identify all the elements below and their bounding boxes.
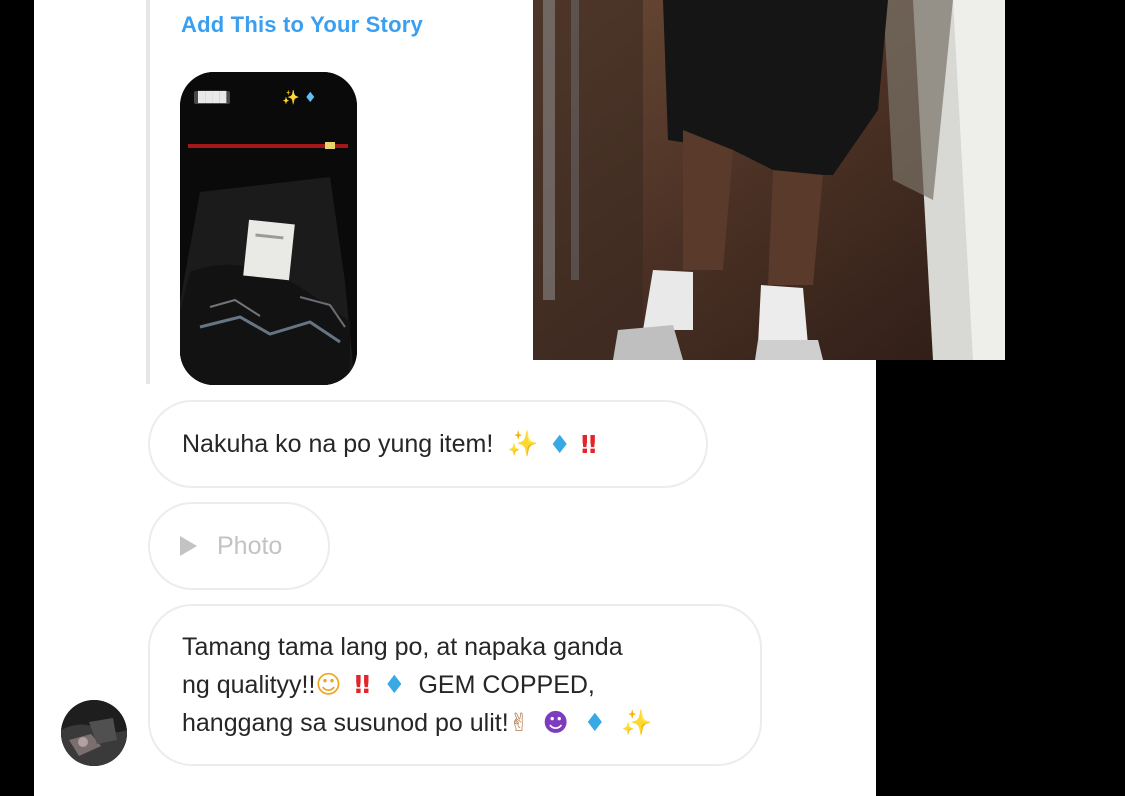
story-thumbnail-image bbox=[180, 72, 357, 385]
sparkles-emoji: ✨ bbox=[282, 90, 300, 106]
rock-hand-emoji: ✌ bbox=[508, 708, 530, 737]
message-line: ng qualityy!!☺ ‼ ♦ GEM COPPED, bbox=[182, 666, 730, 704]
message-line: Tamang tama lang po, at napaka ganda bbox=[182, 628, 730, 666]
devil-emoji: ☻ bbox=[542, 708, 569, 737]
message-bubble[interactable]: Nakuha ko na po yung item! ✨ ♦ ‼ bbox=[148, 400, 708, 488]
heart-eyes-emoji: ☺ bbox=[315, 670, 342, 699]
message-text: Tamang tama lang po, at napaka ganda bbox=[182, 633, 623, 661]
double-exclamation-emoji: ‼ bbox=[354, 670, 370, 699]
sender-avatar[interactable] bbox=[61, 700, 127, 766]
sparkles-emoji: ✨ bbox=[507, 429, 539, 458]
shared-photo-image bbox=[533, 0, 1005, 360]
message-text: GEM COPPED, bbox=[418, 671, 595, 699]
gem-emoji: ♦ bbox=[304, 90, 317, 106]
add-to-story-link[interactable]: Add This to Your Story bbox=[181, 12, 423, 38]
double-exclamation-emoji: ‼ bbox=[580, 429, 597, 459]
photo-attachment-bubble[interactable]: Photo bbox=[148, 502, 330, 590]
message-text: hanggang sa susunod po ulit! bbox=[182, 709, 509, 737]
gem-emoji: ♦ bbox=[548, 429, 571, 459]
shared-photo[interactable] bbox=[533, 0, 1005, 360]
avatar-image bbox=[61, 700, 127, 766]
gem-emoji: ♦ bbox=[583, 708, 606, 737]
reply-indicator-bar bbox=[146, 0, 150, 384]
gem-emoji: ♦ bbox=[383, 670, 406, 699]
message-bubble[interactable]: Tamang tama lang po, at napaka ganda ng … bbox=[148, 604, 762, 766]
play-icon bbox=[180, 536, 197, 556]
story-tag: ████ bbox=[194, 91, 231, 104]
story-thumbnail[interactable]: ████ ✨ ♦ bbox=[180, 72, 357, 385]
message-text: Nakuha ko na po yung item! bbox=[182, 429, 494, 458]
attachment-label: Photo bbox=[217, 531, 283, 560]
message-text: ng qualityy!! bbox=[182, 671, 316, 699]
message-line: hanggang sa susunod po ulit!✌ ☻ ♦ ✨ bbox=[182, 704, 730, 742]
sparkles-emoji: ✨ bbox=[620, 708, 653, 737]
